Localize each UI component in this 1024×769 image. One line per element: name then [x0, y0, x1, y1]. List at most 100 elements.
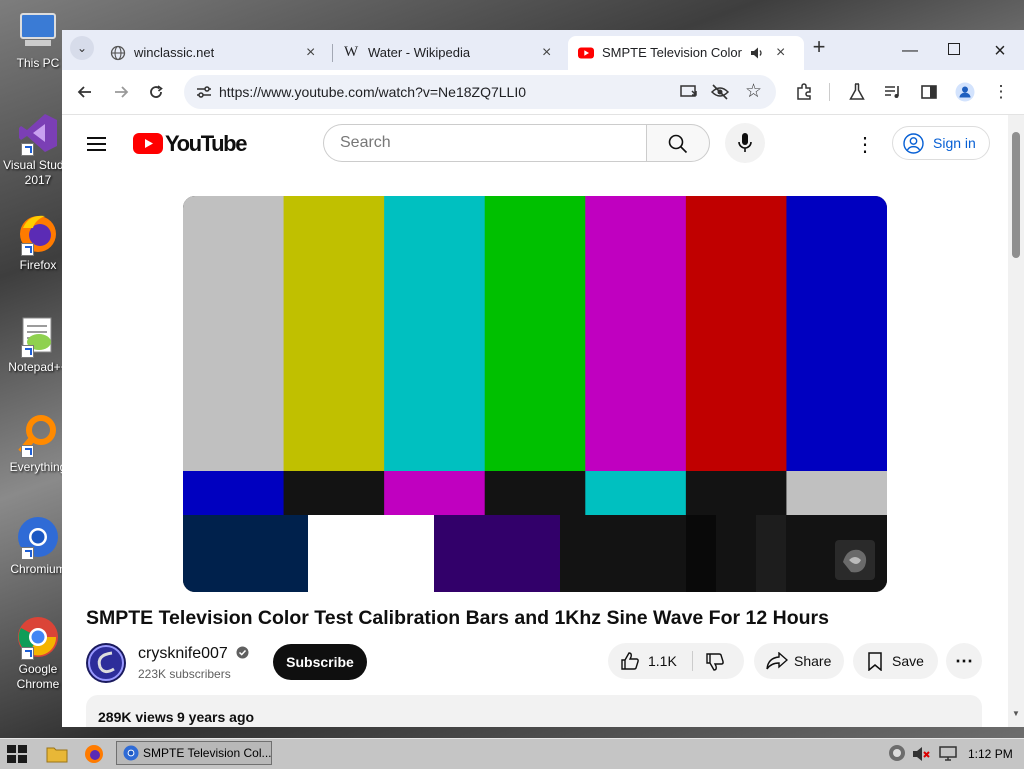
toolbar-divider	[829, 83, 830, 101]
close-tab-icon[interactable]: ×	[542, 44, 551, 62]
page-scrollbar[interactable]: ▼	[1008, 115, 1024, 727]
speaker-icon[interactable]	[750, 46, 764, 60]
close-window-button[interactable]: ×	[978, 36, 1022, 66]
puzzle-icon	[797, 83, 811, 100]
volume-muted-icon[interactable]	[912, 745, 932, 768]
side-panel-icon	[921, 85, 937, 99]
top-color-bar-0	[183, 196, 285, 471]
video-player[interactable]	[183, 196, 887, 592]
share-button[interactable]: Share	[754, 643, 844, 679]
clock[interactable]: 1:12 PM	[968, 747, 1013, 761]
flask-icon	[849, 83, 865, 100]
close-tab-icon[interactable]: ×	[306, 44, 315, 62]
tray-update-icon[interactable]	[888, 744, 906, 767]
maximize-button[interactable]	[932, 36, 976, 66]
microphone-icon	[738, 133, 752, 152]
browser-toolbar: https://www.youtube.com/watch?v=Ne18ZQ7L…	[62, 70, 1024, 115]
middle-color-bar-5	[685, 471, 787, 515]
windows-logo-icon	[7, 745, 27, 763]
back-button[interactable]	[72, 79, 98, 105]
save-button[interactable]: Save	[853, 643, 938, 679]
taskbar-file-explorer[interactable]	[46, 745, 68, 768]
channel-avatar[interactable]	[86, 643, 126, 683]
chrome-icon	[123, 745, 139, 761]
view-count: 289K views	[98, 709, 174, 725]
middle-color-bar-1	[283, 471, 385, 515]
youtube-play-logo-icon	[133, 133, 163, 154]
profile-avatar-icon	[955, 82, 975, 102]
subscribe-button[interactable]: Subscribe	[273, 644, 367, 680]
reload-button[interactable]	[143, 79, 169, 105]
taskbar-chrome-window[interactable]: SMPTE Television Col...	[116, 741, 272, 765]
channel-name[interactable]: crysknife007	[138, 645, 228, 663]
share-arrow-icon	[766, 652, 788, 670]
labs-button[interactable]	[844, 79, 870, 105]
eye-off-icon[interactable]	[710, 83, 730, 101]
top-color-bar-3	[484, 196, 586, 471]
top-color-bar-5	[685, 196, 787, 471]
subscriber-count: 223K subscribers	[138, 667, 231, 681]
bottom-color-bar-4	[686, 515, 717, 592]
tab-winclassic[interactable]: winclassic.net ×	[100, 36, 328, 70]
cast-install-icon[interactable]	[680, 83, 698, 101]
guide-menu-button[interactable]	[86, 136, 108, 157]
extensions-button[interactable]	[791, 79, 817, 105]
side-panel-button[interactable]	[916, 79, 942, 105]
tab-wikipedia[interactable]: W Water - Wikipedia ×	[334, 36, 562, 70]
more-vertical-icon: ⋮	[855, 134, 875, 156]
bottom-color-bar-2	[434, 515, 561, 592]
settings-more-button[interactable]: ⋮	[855, 132, 875, 157]
hamburger-icon	[87, 137, 106, 151]
forward-button[interactable]	[108, 79, 134, 105]
chevron-down-icon: ⌄	[76, 41, 88, 55]
upload-age: 9 years ago	[177, 709, 255, 725]
bottom-color-bar-0	[183, 515, 309, 592]
reload-icon	[150, 85, 163, 98]
more-actions-button[interactable]: ⋯	[946, 643, 982, 679]
new-tab-button[interactable]: +	[806, 34, 832, 60]
channel-watermark-icon	[835, 540, 875, 580]
wikipedia-icon: W	[344, 44, 359, 60]
top-color-bar-2	[384, 196, 486, 471]
tab-youtube-active[interactable]: SMPTE Television Color Te ×	[568, 36, 804, 70]
tab-strip: ⌄ winclassic.net × W Water - Wikipedia ×…	[62, 30, 1024, 70]
middle-color-bar-2	[384, 471, 486, 515]
url-text: https://www.youtube.com/watch?v=Ne18ZQ7L…	[219, 84, 526, 100]
smpte-color-bars	[183, 196, 887, 592]
site-info-icon[interactable]	[196, 85, 212, 99]
scrollbar-thumb[interactable]	[1012, 132, 1020, 258]
bottom-color-bar-5	[716, 515, 757, 592]
description-box[interactable]: 289K views 9 years ago	[86, 695, 982, 727]
scroll-down-arrow-icon[interactable]: ▼	[1012, 709, 1020, 718]
profile-button[interactable]	[952, 79, 978, 105]
bookmark-star-icon[interactable]: ☆	[745, 80, 762, 103]
firefox-icon	[85, 745, 103, 763]
middle-color-bar-0	[183, 471, 285, 515]
like-dislike-group: 1.1K	[608, 643, 744, 679]
search-input[interactable]: Search	[323, 124, 646, 162]
start-button[interactable]	[6, 744, 28, 769]
taskbar: SMPTE Television Col... 1:12 PM	[0, 738, 1024, 769]
voice-search-button[interactable]	[725, 123, 765, 163]
youtube-icon	[578, 47, 594, 59]
search-button[interactable]	[646, 124, 710, 162]
like-button[interactable]: 1.1K	[608, 643, 692, 679]
thumbs-down-icon	[706, 653, 724, 671]
minimize-button[interactable]: —	[888, 36, 932, 66]
taskbar-firefox[interactable]	[84, 744, 104, 769]
forward-arrow-icon	[115, 86, 129, 98]
tab-search-button[interactable]: ⌄	[70, 36, 94, 60]
bottom-color-bar-1	[308, 515, 435, 592]
close-tab-icon[interactable]: ×	[776, 44, 785, 62]
sign-in-button[interactable]: Sign in	[892, 126, 990, 160]
computer-icon	[20, 13, 56, 46]
music-queue-icon	[885, 86, 899, 98]
dislike-button[interactable]	[693, 643, 744, 679]
network-icon[interactable]	[938, 745, 958, 768]
address-bar[interactable]: https://www.youtube.com/watch?v=Ne18ZQ7L…	[184, 75, 776, 109]
media-controls-button[interactable]	[880, 79, 906, 105]
top-color-bar-6	[786, 196, 887, 471]
verified-check-icon	[236, 646, 249, 659]
browser-menu-button[interactable]: ⋮	[988, 79, 1014, 105]
bookmark-icon	[868, 652, 882, 671]
